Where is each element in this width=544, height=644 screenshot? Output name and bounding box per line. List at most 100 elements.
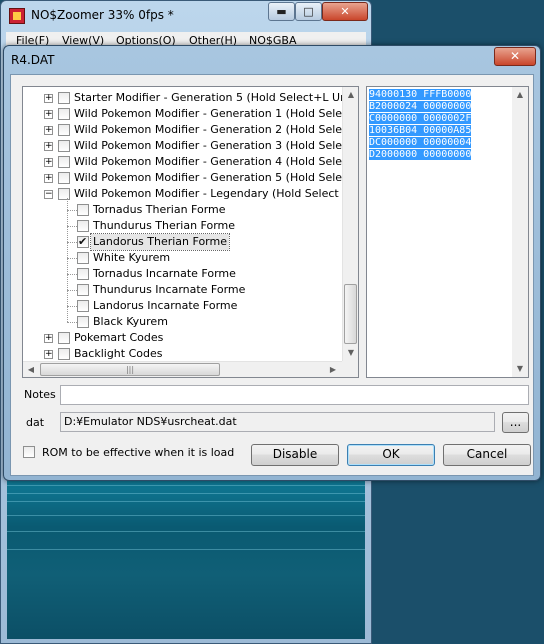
cheat-checkbox[interactable] (58, 188, 70, 200)
tree-item[interactable]: + Backlight Codes (23, 346, 342, 362)
ok-button[interactable]: OK (347, 444, 435, 466)
scroll-left-icon[interactable]: ◀ (23, 362, 39, 377)
tree-item-label: Starter Modifier - Generation 5 (Hold Se… (74, 91, 348, 104)
tree-item[interactable]: + Wild Pokemon Modifier - Generation 5 (H… (23, 170, 348, 186)
tree-item[interactable]: Thundurus Therian Forme (23, 218, 342, 234)
tree-item[interactable]: Tornadus Incarnate Forme (23, 266, 342, 282)
tree-connector (67, 258, 77, 259)
cheat-checkbox[interactable] (58, 140, 70, 152)
code-line: C0000000 0000002F (369, 113, 472, 124)
collapse-icon[interactable]: − (44, 190, 53, 199)
tree-item-label: Pokemart Codes (74, 331, 164, 344)
scroll-up-icon[interactable]: ▲ (343, 87, 358, 103)
app-icon (9, 8, 25, 24)
tree-item-label: Tornadus Incarnate Forme (93, 267, 236, 280)
cheat-tree[interactable]: + Starter Modifier - Generation 5 (Hold S… (22, 86, 359, 378)
tree-item[interactable]: Black Kyurem (23, 314, 342, 330)
cheat-checkbox[interactable] (77, 220, 89, 232)
tree-item-label: Black Kyurem (93, 315, 168, 328)
minimize-button[interactable]: ▬ (268, 2, 295, 21)
tree-connector (67, 306, 77, 307)
code-lines: 94000130 FFFB0000 B2000024 00000000 C000… (369, 89, 472, 161)
cheat-checkbox[interactable] (77, 204, 89, 216)
cheat-checkbox[interactable] (77, 316, 89, 328)
cheat-checkbox[interactable] (58, 124, 70, 136)
tree-item-label: Wild Pokemon Modifier - Generation 2 (Ho… (74, 123, 349, 136)
rom-effective-checkbox[interactable] (23, 446, 35, 458)
code-line: DC000000 00000004 (369, 137, 472, 148)
cheat-dialog: R4.DAT ✕ + Starter Modifier - Generation … (3, 45, 541, 481)
expand-icon[interactable]: + (44, 126, 53, 135)
tree-item[interactable]: + Starter Modifier - Generation 5 (Hold S… (23, 90, 347, 106)
expand-icon[interactable]: + (44, 158, 53, 167)
tree-connector (67, 290, 77, 291)
tree-item[interactable]: Landorus Therian Forme (23, 233, 342, 251)
tree-vertical-scrollbar[interactable]: ▲ ▼ (342, 87, 358, 361)
tree-item[interactable]: Thundurus Incarnate Forme (23, 282, 342, 298)
tree-connector (67, 226, 77, 227)
expand-icon[interactable]: + (44, 334, 53, 343)
rom-effective-label: ROM to be effective when it is loaded (42, 446, 234, 459)
code-line: D2000000 00000000 (369, 149, 472, 160)
expand-icon[interactable]: + (44, 94, 53, 103)
expand-icon[interactable]: + (44, 142, 53, 151)
tree-item[interactable]: + Wild Pokemon Modifier - Generation 4 (H… (23, 154, 348, 170)
tree-connector (67, 198, 68, 322)
code-vertical-scrollbar[interactable]: ▲ ▼ (512, 87, 528, 377)
cheat-checkbox[interactable] (77, 268, 89, 280)
cheat-checkbox[interactable] (77, 234, 89, 250)
maximize-button[interactable]: □ (295, 2, 322, 21)
emulator-screen (7, 479, 365, 639)
tree-horizontal-scrollbar[interactable]: ◀ ||| ▶ (23, 361, 342, 377)
cheat-checkbox[interactable] (58, 156, 70, 168)
cheat-checkbox[interactable] (77, 284, 89, 296)
dialog-close-button[interactable]: ✕ (494, 47, 536, 66)
tree-item[interactable]: + Wild Pokemon Modifier - Generation 3 (H… (23, 138, 348, 154)
tree-connector (67, 322, 77, 323)
tree-item[interactable]: Tornadus Therian Forme (23, 202, 342, 218)
cheat-checkbox[interactable] (58, 348, 70, 360)
tree-item[interactable]: − Wild Pokemon Modifier - Legendary (Hold… (23, 186, 349, 202)
disable-button[interactable]: Disable (251, 444, 339, 466)
scroll-right-icon[interactable]: ▶ (325, 362, 341, 377)
scroll-down-icon[interactable]: ▼ (343, 345, 358, 361)
tree-item-label: Thundurus Incarnate Forme (93, 283, 246, 296)
tree-item-label: Wild Pokemon Modifier - Legendary (Hold … (74, 187, 350, 200)
tree-connector (67, 274, 77, 275)
tree-item-label: Wild Pokemon Modifier - Generation 3 (Ho… (74, 139, 349, 152)
dat-path-field[interactable]: D:¥Emulator NDS¥usrcheat.dat (60, 412, 495, 432)
cheat-code-box[interactable]: 94000130 FFFB0000 B2000024 00000000 C000… (366, 86, 529, 378)
notes-label: Notes (24, 388, 56, 401)
cheat-checkbox[interactable] (58, 92, 70, 104)
nozoomer-titlebar[interactable]: NO$Zoomer 33% 0fps * ▬ □ ✕ (1, 1, 371, 31)
tree-item-label: Landorus Incarnate Forme (93, 299, 238, 312)
tree-item-label: Backlight Codes (74, 347, 163, 360)
dialog-client: + Starter Modifier - Generation 5 (Hold S… (10, 74, 534, 476)
scroll-up-icon[interactable]: ▲ (512, 87, 528, 103)
tree-item-label: Thundurus Therian Forme (93, 219, 236, 232)
expand-icon[interactable]: + (44, 350, 53, 359)
browse-button[interactable]: ... (502, 412, 529, 433)
cheat-checkbox[interactable] (58, 108, 70, 120)
tree-item-label: Landorus Therian Forme (90, 233, 230, 251)
tree-item[interactable]: White Kyurem (23, 250, 342, 266)
cheat-checkbox[interactable] (58, 332, 70, 344)
cheat-checkbox[interactable] (77, 252, 89, 264)
cheat-checkbox[interactable] (58, 172, 70, 184)
tree-item[interactable]: + Wild Pokemon Modifier - Generation 2 (H… (23, 122, 348, 138)
tree-item-label: Wild Pokemon Modifier - Generation 1 (Ho… (74, 107, 349, 120)
tree-item[interactable]: Landorus Incarnate Forme (23, 298, 342, 314)
tree-item[interactable]: + Wild Pokemon Modifier - Generation 1 (H… (23, 106, 348, 122)
notes-input[interactable] (60, 385, 529, 405)
close-button[interactable]: ✕ (322, 2, 368, 21)
cheat-checkbox[interactable] (77, 300, 89, 312)
scroll-thumb[interactable] (344, 284, 357, 344)
tree-item[interactable]: + Pokemart Codes (23, 330, 342, 346)
tree-connector (67, 242, 77, 243)
scroll-down-icon[interactable]: ▼ (512, 361, 528, 377)
code-line: B2000024 00000000 (369, 101, 472, 112)
expand-icon[interactable]: + (44, 174, 53, 183)
scroll-thumb-horizontal[interactable]: ||| (40, 363, 220, 376)
expand-icon[interactable]: + (44, 110, 53, 119)
cancel-button[interactable]: Cancel (443, 444, 531, 466)
